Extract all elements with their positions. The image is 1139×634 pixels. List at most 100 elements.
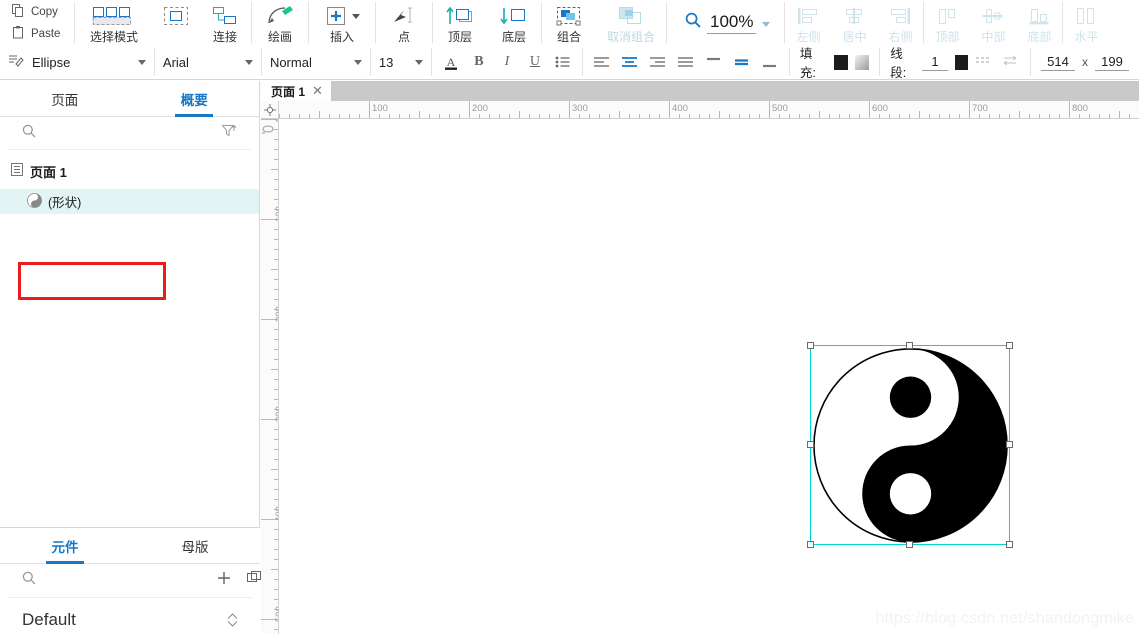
align-middle-v-icon	[980, 4, 1006, 28]
fill-group: 填充:	[790, 43, 879, 81]
vertical-ruler[interactable]: 0100200300400500	[261, 119, 279, 634]
spinner-arrows-icon[interactable]	[227, 612, 238, 627]
font-size-select[interactable]: 13	[371, 45, 431, 79]
library-panel-tabs: 元件 母版	[0, 528, 260, 564]
tree-root-label: 页面 1	[30, 164, 67, 180]
text-align-center-button[interactable]	[617, 49, 643, 75]
size-group: 514 x 199	[1031, 54, 1139, 71]
toolbar-select-mode-label: 选择模式	[89, 30, 138, 44]
toolbar-distribute-horizontal[interactable]: 水平	[1063, 0, 1109, 45]
ruler-origin-button[interactable]	[261, 101, 279, 119]
insert-caret-icon[interactable]	[352, 13, 360, 19]
toolbar-align-top[interactable]: 顶部	[924, 0, 970, 45]
toolbar-align-right[interactable]: 右侧	[877, 0, 923, 45]
toolbar-point[interactable]: 点	[376, 0, 432, 45]
tab-widgets[interactable]: 元件	[0, 528, 130, 563]
text-align-justify-button[interactable]	[673, 49, 699, 75]
paste-button[interactable]: Paste	[12, 24, 74, 44]
toolbar-connect-dashed[interactable]	[153, 0, 199, 45]
resize-handle-s[interactable]	[906, 541, 913, 548]
font-size-value: 13	[378, 54, 394, 70]
tree-root-page[interactable]: 页面 1	[0, 160, 259, 182]
toolbar-send-back[interactable]: 底层	[487, 0, 541, 45]
italic-button[interactable]: I	[494, 49, 520, 75]
select-mode-icon	[91, 4, 137, 28]
filter-icon[interactable]	[221, 124, 237, 143]
line-style-dashed-icon[interactable]	[975, 55, 993, 70]
chevron-down-icon[interactable]	[353, 59, 362, 65]
copy-button[interactable]: Copy	[12, 2, 74, 22]
tab-pages[interactable]: 页面	[0, 81, 130, 116]
toolbar-connect[interactable]: 连接	[199, 0, 251, 45]
chevron-down-icon[interactable]	[414, 59, 423, 65]
connect-icon	[210, 4, 240, 28]
toolbar-insert[interactable]: 插入	[309, 0, 375, 45]
vertical-align-bottom-button[interactable]	[757, 49, 783, 75]
toolbar-align-top-label: 顶部	[935, 30, 960, 44]
resize-handle-e[interactable]	[1006, 441, 1013, 448]
arrow-style-icon[interactable]	[1000, 55, 1020, 70]
toolbar-select-mode[interactable]: 选择模式	[75, 0, 153, 45]
font-color-button[interactable]: A	[438, 49, 464, 75]
toolbar-draw-label: 绘画	[267, 30, 292, 44]
add-icon[interactable]	[217, 571, 231, 590]
paragraph-align-buttons	[583, 49, 789, 75]
zoom-control[interactable]: 100%	[667, 0, 784, 45]
outline-tree: 页面 1 (形状)	[0, 150, 259, 214]
outline-search-input[interactable]	[44, 126, 222, 140]
selection-bounding-box[interactable]	[807, 342, 1013, 548]
tab-masters[interactable]: 母版	[130, 528, 260, 563]
vertical-align-top-button[interactable]	[701, 49, 727, 75]
width-input[interactable]: 514	[1040, 54, 1075, 71]
library-search-input[interactable]	[50, 573, 211, 588]
fill-gradient-swatch[interactable]	[855, 54, 870, 70]
line-group: 线段: 1	[880, 43, 1030, 81]
duplicate-icon[interactable]	[247, 571, 262, 590]
canvas-page-tab[interactable]: 页面 1 ✕	[261, 81, 331, 101]
point-icon	[389, 4, 419, 28]
library-select[interactable]: Default	[8, 602, 252, 634]
library-select-value: Default	[22, 609, 76, 629]
toolbar-draw[interactable]: 绘画	[252, 0, 308, 45]
fill-color-swatch[interactable]	[833, 54, 849, 70]
zoom-value[interactable]: 100%	[707, 12, 757, 34]
toolbar-align-left[interactable]: 左侧	[785, 0, 831, 45]
bold-button[interactable]: B	[466, 49, 492, 75]
chevron-down-icon[interactable]	[244, 59, 253, 65]
toolbar-bring-front[interactable]: 顶层	[433, 0, 487, 45]
font-style-select[interactable]: Normal	[262, 45, 370, 79]
chevron-down-icon[interactable]	[137, 59, 146, 65]
zoom-caret-icon[interactable]	[762, 22, 771, 27]
toolbar-align-bottom[interactable]: 底部	[1016, 0, 1062, 45]
toolbar-ungroup[interactable]: 取消组合	[596, 0, 666, 45]
toolbar-group[interactable]: 组合	[542, 0, 596, 45]
toolbar-distribute-label: 水平	[1074, 30, 1099, 44]
toolbar-connect-label: 连接	[212, 30, 237, 44]
canvas-surface[interactable]: https://blog.csdn.net/shandongmike	[279, 119, 1139, 634]
line-width-input[interactable]: 1	[921, 54, 948, 71]
horizontal-ruler[interactable]: 0100200300400500600700800	[261, 101, 1139, 119]
resize-handle-ne[interactable]	[1006, 342, 1013, 349]
resize-handle-w[interactable]	[807, 441, 814, 448]
underline-button[interactable]: U	[522, 49, 548, 75]
height-input[interactable]: 199	[1094, 54, 1129, 71]
resize-handle-nw[interactable]	[807, 342, 814, 349]
send-to-back-icon	[499, 4, 529, 28]
font-family-select[interactable]: Arial	[155, 45, 261, 79]
toolbar-align-center-h[interactable]: 居中	[831, 0, 877, 45]
ruler-guide-toggle-icon[interactable]	[262, 121, 278, 134]
text-align-right-button[interactable]	[645, 49, 671, 75]
line-color-swatch[interactable]	[954, 54, 969, 70]
text-align-left-button[interactable]	[589, 49, 615, 75]
resize-handle-sw[interactable]	[807, 541, 814, 548]
close-icon[interactable]: ✕	[312, 83, 323, 99]
resize-handle-n[interactable]	[906, 342, 913, 349]
tree-item-shape[interactable]: (形状)	[0, 189, 259, 214]
shape-type-select[interactable]: Ellipse	[0, 45, 154, 79]
bullet-list-button[interactable]	[550, 49, 576, 75]
resize-handle-se[interactable]	[1006, 541, 1013, 548]
toolbar-send-back-label: 底层	[501, 30, 526, 44]
toolbar-align-middle[interactable]: 中部	[970, 0, 1016, 45]
tab-outline[interactable]: 概要	[130, 81, 260, 116]
vertical-align-middle-button[interactable]	[729, 49, 755, 75]
